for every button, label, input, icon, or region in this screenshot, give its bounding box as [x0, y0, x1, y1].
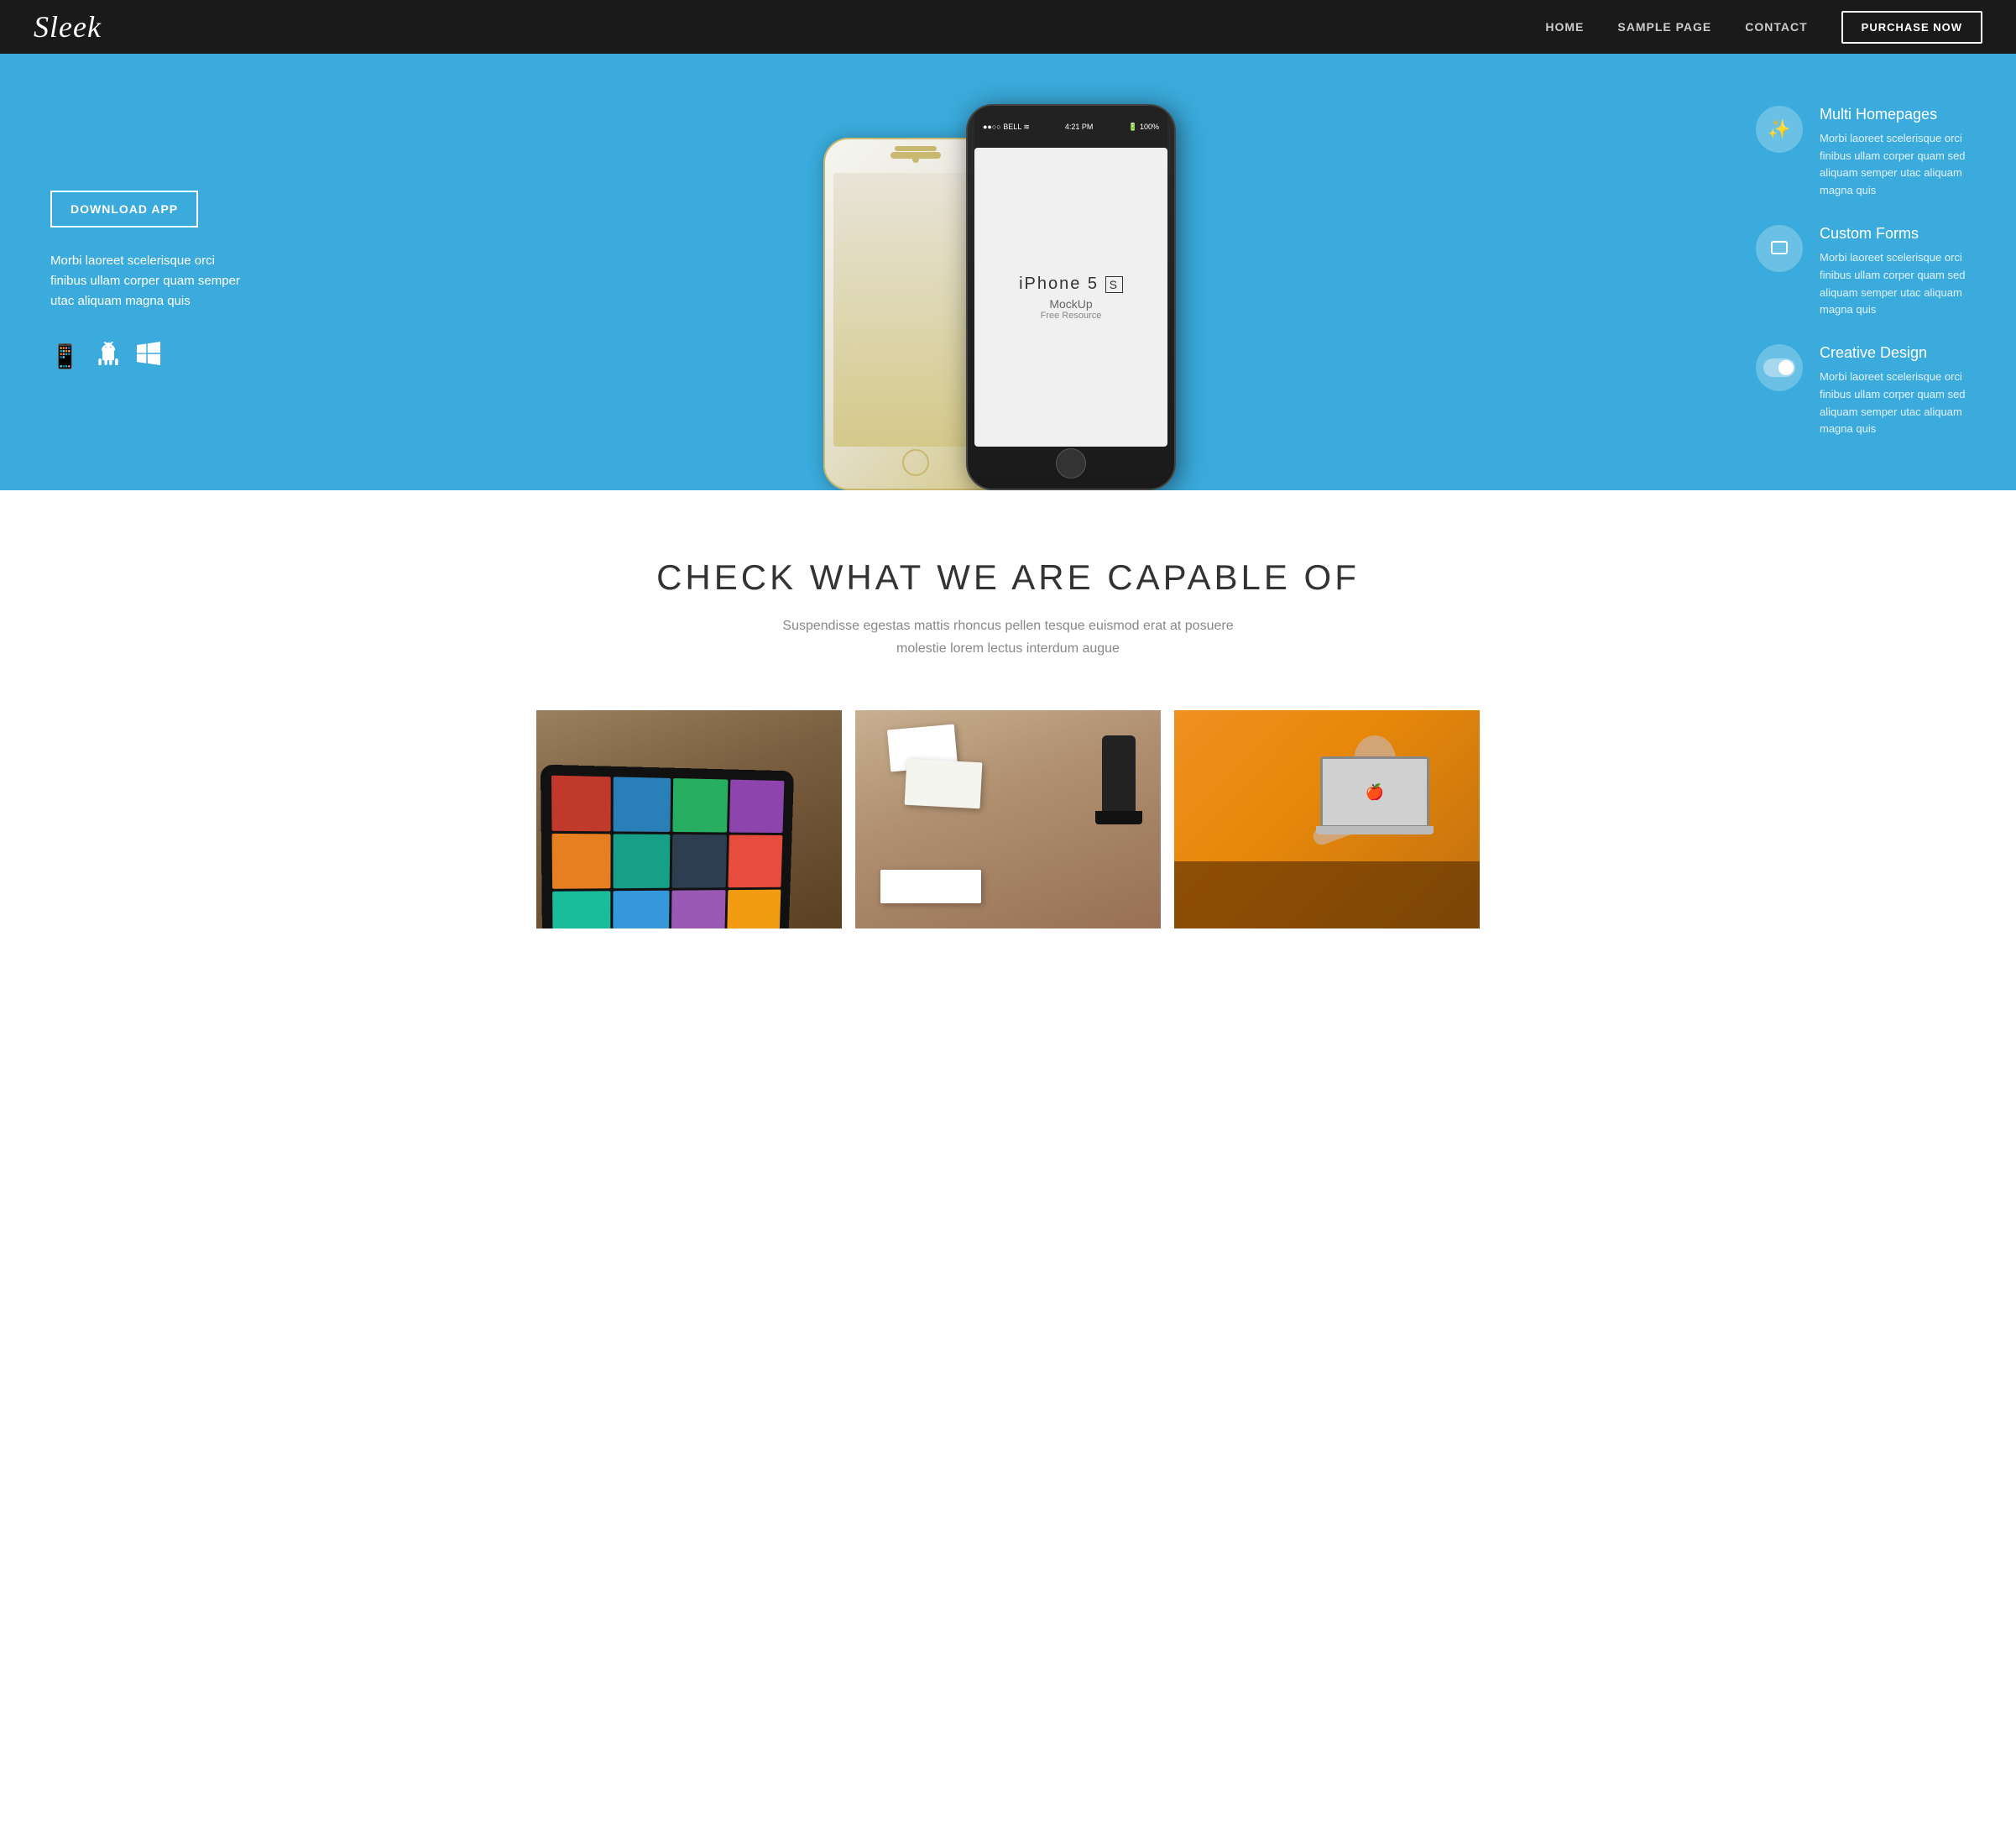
status-battery: 🔋 100% [1128, 123, 1159, 132]
creative-design-icon [1756, 344, 1803, 391]
platform-icons: 📱 [50, 342, 252, 371]
capabilities-subtext: Suspendisse egestas mattis rhoncus pelle… [756, 615, 1260, 660]
custom-forms-text: Custom Forms Morbi laoreet scelerisque o… [1820, 225, 1982, 319]
multi-homepages-desc: Morbi laoreet scelerisque orci finibus u… [1820, 130, 1982, 200]
nav-link-sample-page[interactable]: SAMPLE PAGE [1617, 20, 1711, 34]
phone-model-text: iPhone 5 S [1019, 275, 1123, 294]
office-card [855, 710, 1161, 928]
creative-design-text: Creative Design Morbi laoreet scelerisqu… [1820, 344, 1982, 438]
multi-homepages-title: Multi Homepages [1820, 106, 1982, 123]
custom-forms-icon [1756, 225, 1803, 272]
feature-multi-homepages: ✨ Multi Homepages Morbi laoreet sceleris… [1756, 106, 1982, 200]
creative-design-title: Creative Design [1820, 344, 1982, 362]
phone-home-button [1056, 448, 1086, 479]
status-signal: ●●○○ BELL ≋ [983, 123, 1030, 132]
status-time: 4:21 PM [1065, 123, 1094, 131]
hero-section: DOWNLOAD APP Morbi laoreet scelerisque o… [0, 54, 2016, 490]
phone-mockup-text: MockUp [1049, 297, 1092, 311]
logo: Sleek [34, 9, 102, 44]
feature-creative-design: Creative Design Morbi laoreet scelerisqu… [1756, 344, 1982, 438]
windows-icon [137, 342, 160, 371]
creative-design-desc: Morbi laoreet scelerisque orci finibus u… [1820, 369, 1982, 438]
ios-icon: 📱 [50, 343, 80, 370]
phone-front: ●●○○ BELL ≋ 4:21 PM 🔋 100% iPhone 5 S Mo… [966, 104, 1176, 490]
nav-link-contact[interactable]: CONTACT [1745, 20, 1807, 34]
hero-phone-mockup: ●●○○ BELL ≋ 4:21 PM 🔋 100% iPhone 5 S Mo… [285, 54, 1731, 490]
download-app-button[interactable]: DOWNLOAD APP [50, 191, 198, 228]
hero-description: Morbi laoreet scelerisque orci finibus u… [50, 251, 252, 311]
phone-container: ●●○○ BELL ≋ 4:21 PM 🔋 100% iPhone 5 S Mo… [849, 87, 1167, 490]
image-cards: 🍎 [530, 710, 1486, 928]
capabilities-section: CHECK WHAT WE ARE CAPABLE OF Suspendisse… [0, 490, 2016, 979]
laptop-card: 🍎 [1174, 710, 1480, 928]
custom-forms-desc: Morbi laoreet scelerisque orci finibus u… [1820, 249, 1982, 319]
phone-status-bar: ●●○○ BELL ≋ 4:21 PM 🔋 100% [974, 106, 1167, 148]
custom-forms-title: Custom Forms [1820, 225, 1982, 243]
feature-custom-forms: Custom Forms Morbi laoreet scelerisque o… [1756, 225, 1982, 319]
multi-homepages-text: Multi Homepages Morbi laoreet scelerisqu… [1820, 106, 1982, 200]
phone-mockup-sub: Free Resource [1041, 311, 1102, 321]
purchase-now-button[interactable]: PURCHASE NOW [1841, 11, 1982, 44]
tablet-card [536, 710, 842, 928]
hero-left: DOWNLOAD APP Morbi laoreet scelerisque o… [0, 54, 285, 490]
nav-links: HOME SAMPLE PAGE CONTACT PURCHASE NOW [1545, 11, 1982, 44]
multi-homepages-icon: ✨ [1756, 106, 1803, 153]
hero-features: ✨ Multi Homepages Morbi laoreet sceleris… [1731, 54, 2016, 490]
capabilities-heading: CHECK WHAT WE ARE CAPABLE OF [34, 557, 1982, 598]
phone-screen: iPhone 5 S MockUp Free Resource [974, 148, 1167, 447]
navbar: Sleek HOME SAMPLE PAGE CONTACT PURCHASE … [0, 0, 2016, 54]
nav-link-home[interactable]: HOME [1545, 20, 1584, 34]
android-icon [97, 342, 120, 371]
